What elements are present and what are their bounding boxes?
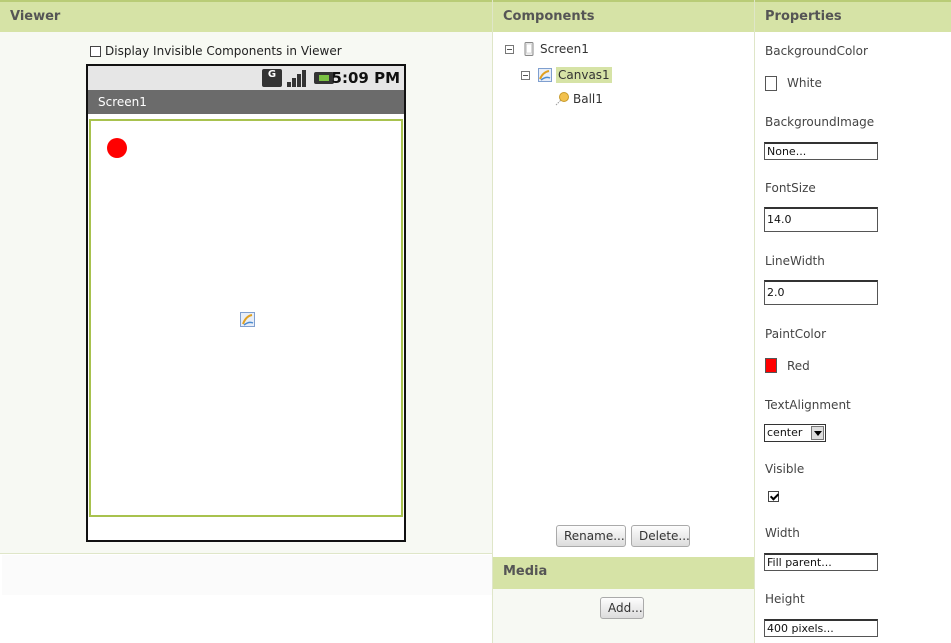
delete-button[interactable]: Delete... (631, 525, 690, 547)
components-panel: Components Screen1 Canvas1 Ball1 Rename.… (493, 0, 755, 557)
background-color-label: BackgroundColor (765, 44, 868, 58)
height-label: Height (765, 592, 805, 606)
paint-color-label: PaintColor (765, 327, 827, 341)
font-size-input[interactable]: 14.0 (764, 207, 878, 232)
viewer-body: Display Invisible Components in Viewer G… (0, 32, 492, 554)
canvas-icon (240, 312, 255, 327)
collapse-toggle-icon[interactable] (521, 70, 530, 80)
tree-item-label: Ball1 (573, 92, 603, 106)
visible-checkbox[interactable] (768, 491, 779, 502)
properties-panel: Properties BackgroundColor White Backgro… (755, 0, 951, 643)
height-field[interactable]: 400 pixels... (764, 619, 878, 637)
background-color-swatch[interactable] (765, 76, 777, 91)
width-label: Width (765, 526, 800, 540)
phone-status-bar: G 5:09 PM (88, 66, 404, 90)
tree-item-label: Canvas1 (556, 67, 612, 83)
paint-color-swatch[interactable] (765, 358, 777, 373)
signal-bars-icon (287, 69, 309, 87)
ball1-sprite[interactable] (107, 138, 127, 158)
status-time: 5:09 PM (331, 69, 400, 87)
viewer-header: Viewer (0, 0, 492, 32)
canvas-icon (538, 68, 552, 82)
screen-icon (524, 42, 534, 56)
rename-button[interactable]: Rename... (556, 525, 626, 547)
text-alignment-value: center (767, 426, 803, 439)
text-alignment-label: TextAlignment (765, 398, 851, 412)
properties-header: Properties (755, 0, 951, 32)
paint-color-value[interactable]: Red (787, 359, 810, 373)
background-image-field[interactable]: None... (764, 142, 878, 160)
viewer-panel: Viewer Display Invisible Components in V… (0, 0, 493, 643)
tree-item-canvas1[interactable]: Canvas1 (521, 67, 612, 83)
display-invisible-label: Display Invisible Components in Viewer (105, 44, 342, 58)
media-panel: Media Add... (493, 557, 755, 643)
media-header: Media (493, 557, 754, 589)
viewer-footer-area (2, 555, 492, 595)
visible-label: Visible (765, 462, 805, 476)
display-invisible-checkbox[interactable]: Display Invisible Components in Viewer (90, 44, 342, 58)
line-width-input[interactable]: 2.0 (764, 280, 878, 305)
canvas1-preview[interactable] (89, 119, 403, 517)
chevron-down-icon[interactable] (811, 426, 824, 440)
font-size-label: FontSize (765, 181, 816, 195)
background-image-label: BackgroundImage (765, 115, 875, 129)
line-width-label: LineWidth (765, 254, 825, 268)
properties-body: BackgroundColor White BackgroundImage No… (755, 32, 951, 643)
text-alignment-select[interactable]: center (764, 424, 826, 442)
width-field[interactable]: Fill parent... (764, 553, 878, 571)
display-invisible-box[interactable] (90, 45, 101, 57)
tree-item-ball1[interactable]: Ball1 (555, 92, 603, 106)
ball-icon (555, 92, 569, 106)
phone-preview: G 5:09 PM Screen1 (86, 64, 406, 542)
background-color-value[interactable]: White (787, 76, 822, 90)
media-body: Add... (493, 589, 754, 643)
network-g-icon: G (262, 69, 282, 87)
add-media-button[interactable]: Add... (600, 597, 644, 619)
screen-title-bar: Screen1 (88, 90, 404, 114)
tree-item-label: Screen1 (540, 42, 589, 56)
components-header: Components (493, 0, 754, 32)
tree-item-screen1[interactable]: Screen1 (505, 42, 589, 56)
collapse-toggle-icon[interactable] (505, 44, 514, 54)
